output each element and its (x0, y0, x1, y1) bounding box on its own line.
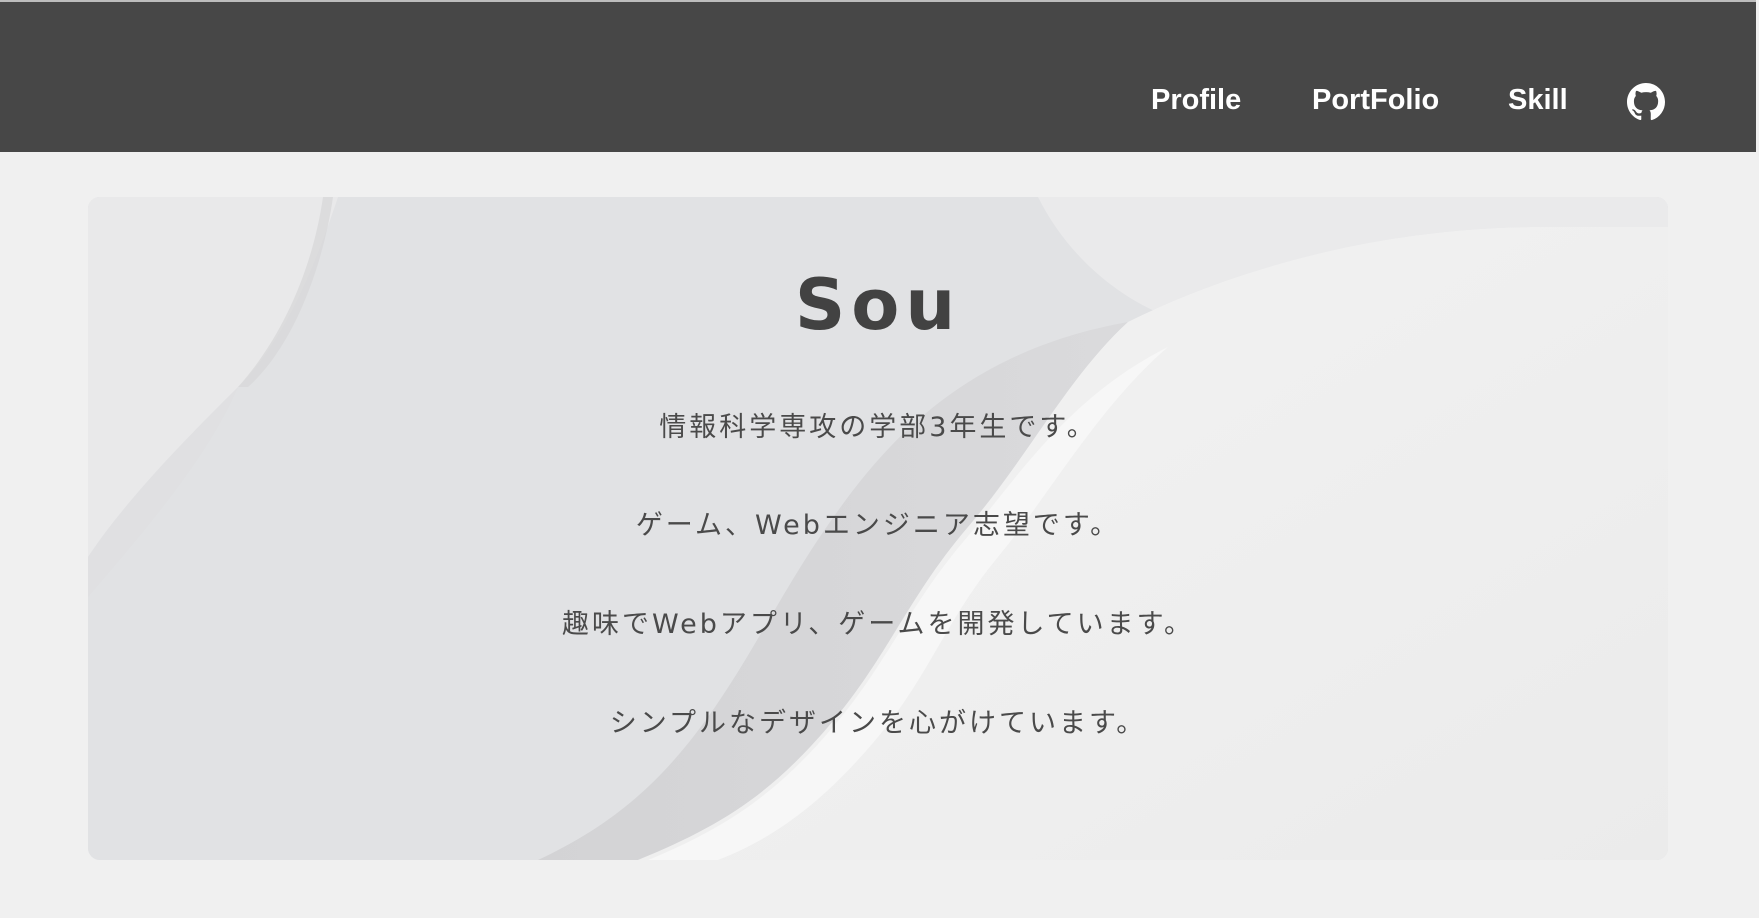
profile-line-4: シンプルなデザインを心がけています。 (609, 708, 1147, 739)
nav-link-skill[interactable]: Skill (1508, 80, 1568, 120)
profile-line-3: 趣味でWebアプリ、ゲームを開発しています。 (562, 609, 1194, 640)
nav-link-portfolio[interactable]: PortFolio (1312, 80, 1439, 120)
site-header: Profile PortFolio Skill (0, 2, 1756, 152)
github-icon (1627, 83, 1665, 121)
github-link[interactable] (1627, 83, 1665, 121)
profile-line-1: 情報科学専攻の学部3年生です。 (659, 412, 1097, 443)
profile-name: Sou (794, 264, 962, 346)
profile-hero: Sou 情報科学専攻の学部3年生です。 ゲーム、Webエンジニア志望です。 趣味… (88, 197, 1668, 860)
profile-line-2: ゲーム、Webエンジニア志望です。 (635, 510, 1121, 541)
nav-link-profile[interactable]: Profile (1151, 80, 1241, 120)
